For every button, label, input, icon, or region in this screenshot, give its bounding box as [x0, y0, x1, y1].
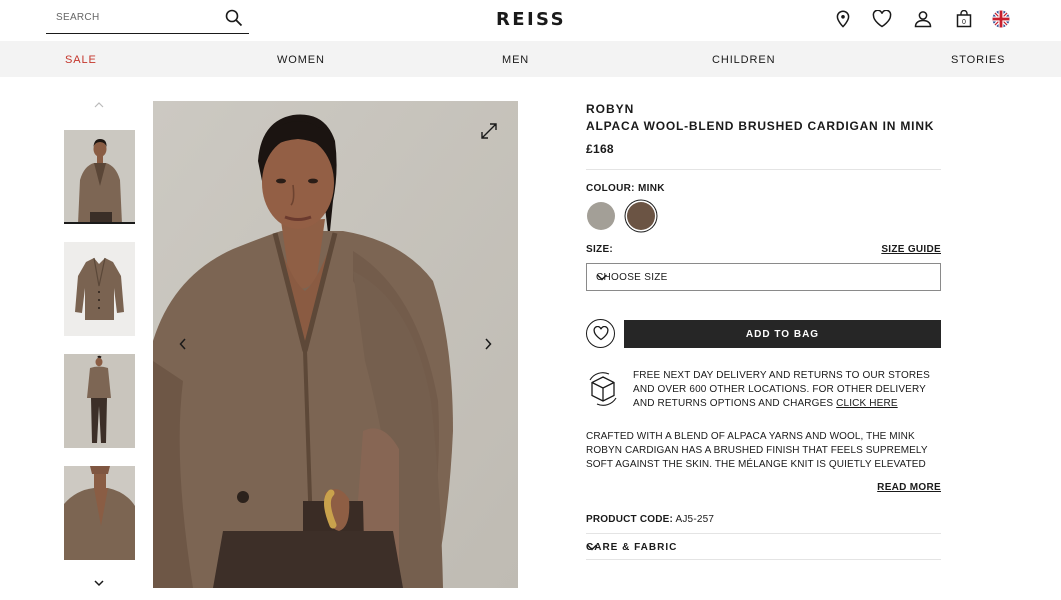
chevron-down-icon [596, 272, 932, 285]
image-next-arrow-icon[interactable] [478, 334, 498, 354]
chevron-down-icon [586, 542, 939, 555]
nav-item-stories[interactable]: STORIES [951, 54, 1005, 66]
product-code-label: PRODUCT CODE: [586, 514, 674, 525]
bag-count: 0 [962, 19, 966, 26]
product-code-value: AJ5-257 [675, 514, 715, 525]
brand-logo[interactable]: REISS [486, 9, 576, 30]
account-icon[interactable] [913, 9, 933, 29]
product-title: ALPACA WOOL-BLEND BRUSHED CARDIGAN IN MI… [586, 119, 935, 133]
delivery-info: FREE NEXT DAY DELIVERY AND RETURNS TO OU… [633, 369, 933, 411]
care-fabric-accordion[interactable]: CARE & FABRIC [586, 533, 941, 560]
thumbnail-detail[interactable] [64, 466, 135, 560]
delivery-box-icon [587, 372, 619, 406]
product-brand: ROBYN [586, 102, 635, 116]
add-to-wishlist-button[interactable] [586, 319, 615, 348]
search-input[interactable] [56, 12, 216, 23]
search-bar[interactable] [46, 4, 249, 34]
nav-item-children[interactable]: CHILDREN [712, 54, 775, 66]
divider [586, 169, 941, 170]
wishlist-heart-icon[interactable] [872, 9, 892, 29]
read-more-link[interactable]: READ MORE [877, 482, 941, 493]
expand-image-icon[interactable] [478, 120, 500, 142]
product-main-image [153, 101, 518, 588]
colour-value: MINK [638, 183, 665, 194]
product-code: PRODUCT CODE: AJ5-257 [586, 514, 714, 525]
uk-flag-icon[interactable] [991, 9, 1011, 29]
add-to-bag-button[interactable]: ADD TO BAG [624, 320, 941, 348]
image-prev-arrow-icon[interactable] [173, 334, 193, 354]
size-select[interactable]: CHOOSE SIZE [586, 263, 941, 291]
swatch-grey[interactable] [587, 202, 615, 230]
thumbnail-full-length[interactable] [64, 354, 135, 448]
thumbnail-model-front[interactable] [64, 130, 135, 224]
search-icon[interactable] [225, 9, 243, 32]
delivery-click-here-link[interactable]: CLICK HERE [836, 398, 898, 409]
thumbnails-down-chevron-icon[interactable] [90, 577, 108, 591]
size-guide-link[interactable]: SIZE GUIDE [881, 244, 941, 255]
site-header: REISS 0 [0, 0, 1061, 41]
main-navigation: SALE WOMEN MEN CHILDREN STORIES [0, 41, 1061, 77]
colour-label: COLOUR: [586, 183, 635, 194]
shopping-bag-icon[interactable]: 0 [954, 9, 974, 29]
nav-item-women[interactable]: WOMEN [277, 54, 325, 66]
product-description: CRAFTED WITH A BLEND OF ALPACA YARNS AND… [586, 431, 928, 470]
nav-item-sale[interactable]: SALE [65, 54, 97, 66]
heart-icon [593, 326, 608, 341]
store-locator-icon[interactable] [833, 9, 853, 29]
nav-item-men[interactable]: MEN [502, 54, 529, 66]
thumbnails-up-chevron-icon[interactable] [90, 98, 108, 112]
swatch-mink[interactable] [627, 202, 655, 230]
size-label: SIZE: [586, 244, 614, 255]
product-price: £168 [586, 142, 614, 156]
thumbnail-flat-lay[interactable] [64, 242, 135, 336]
